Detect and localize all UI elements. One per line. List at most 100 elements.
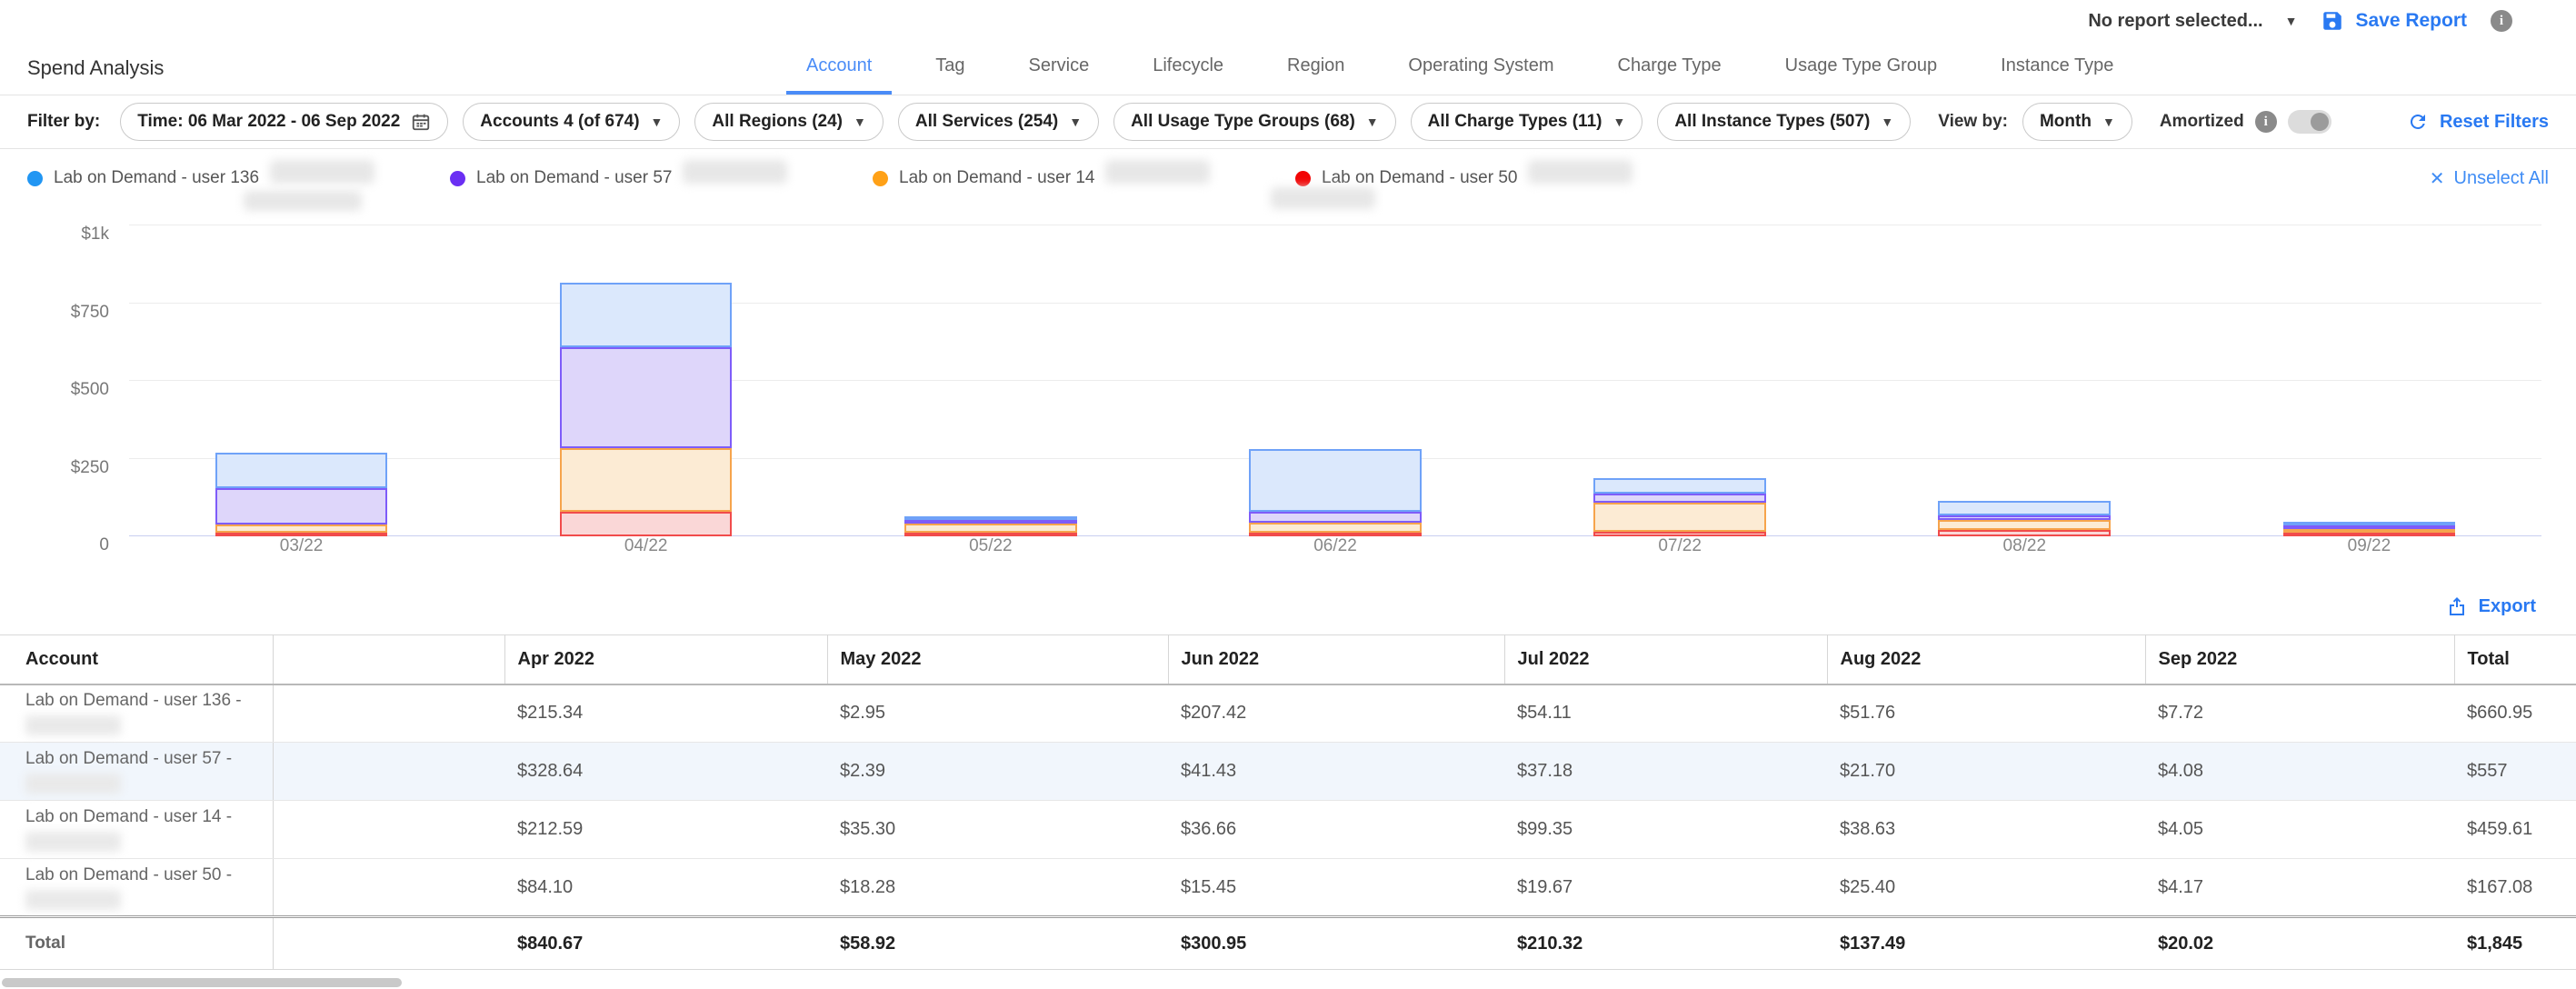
tab-operating-system[interactable]: Operating System xyxy=(1388,43,1573,95)
stacked-bar-03-22[interactable] xyxy=(215,453,388,536)
report-selector-dropdown[interactable]: No report selected... ▼ xyxy=(2088,11,2297,32)
bar-segment-lab-on-demand-user-14[interactable] xyxy=(560,448,733,513)
column-header-jun-2022: Jun 2022 xyxy=(1168,635,1504,684)
tab-service[interactable]: Service xyxy=(1009,43,1110,95)
bar-segment-lab-on-demand-user-50[interactable] xyxy=(560,512,733,536)
stacked-bar-08-22[interactable] xyxy=(1938,501,2111,536)
bar-segment-lab-on-demand-user-14[interactable] xyxy=(1249,523,1422,533)
tab-lifecycle[interactable]: Lifecycle xyxy=(1133,43,1243,95)
export-label: Export xyxy=(2479,596,2536,617)
table-total-row: Total$840.67$58.92$300.95$210.32$137.49$… xyxy=(0,917,2576,970)
bar-segment-lab-on-demand-user-136[interactable] xyxy=(560,283,733,348)
table-row[interactable]: Lab on Demand - user 57 -$328.64$2.39$41… xyxy=(0,743,2576,801)
filter-dropdowns: Accounts 4 (of 674)▼All Regions (24)▼All… xyxy=(463,103,1911,141)
legend-item-lab-on-demand-user-50[interactable]: Lab on Demand - user 50 xyxy=(1295,168,1718,188)
total-label: Total xyxy=(0,917,273,970)
filter-dropdown-all-usage-type-groups-68-[interactable]: All Usage Type Groups (68)▼ xyxy=(1113,103,1396,141)
table-row[interactable]: Lab on Demand - user 50 -$84.10$18.28$15… xyxy=(0,859,2576,917)
tab-usage-type-group[interactable]: Usage Type Group xyxy=(1765,43,1958,95)
spend-stacked-bar-chart: 0$250$500$750$1k03/2204/2205/2206/2207/2… xyxy=(27,213,2549,578)
bar-segment-lab-on-demand-user-50[interactable] xyxy=(1938,530,2111,536)
unselect-all-button[interactable]: ✕ Unselect All xyxy=(2430,167,2549,190)
chart-category-slot xyxy=(1852,225,2197,536)
tab-region[interactable]: Region xyxy=(1267,43,1364,95)
filter-bar: Filter by: Time: 06 Mar 2022 - 06 Sep 20… xyxy=(0,95,2576,149)
legend-item-lab-on-demand-user-14[interactable]: Lab on Demand - user 14 xyxy=(873,168,1295,188)
filter-dropdown-label: All Regions (24) xyxy=(712,112,843,132)
y-axis-tick-label: $1k xyxy=(45,225,109,245)
bar-segment-lab-on-demand-user-136[interactable] xyxy=(215,453,388,489)
value-cell: $38.63 xyxy=(1827,801,2145,859)
chevron-down-icon: ▼ xyxy=(1069,115,1082,129)
redacted-blur xyxy=(25,774,121,794)
tab-instance-type[interactable]: Instance Type xyxy=(1981,43,2133,95)
value-cell: $84.10 xyxy=(504,859,827,917)
value-cell: $660.95 xyxy=(2454,684,2576,743)
bar-segment-lab-on-demand-user-14[interactable] xyxy=(1938,520,2111,530)
bar-segment-lab-on-demand-user-57[interactable] xyxy=(560,347,733,447)
bar-segment-lab-on-demand-user-136[interactable] xyxy=(1938,501,2111,515)
stacked-bar-05-22[interactable] xyxy=(904,516,1077,536)
total-value-cell xyxy=(273,917,504,970)
tab-charge-type[interactable]: Charge Type xyxy=(1598,43,1742,95)
table-row[interactable]: Lab on Demand - user 14 -$212.59$35.30$3… xyxy=(0,801,2576,859)
chart-category-slot xyxy=(1508,225,1852,536)
redacted-blur xyxy=(1271,187,1375,209)
scrollbar-thumb[interactable] xyxy=(2,978,402,987)
stacked-bar-09-22[interactable] xyxy=(2283,522,2456,536)
bar-segment-lab-on-demand-user-14[interactable] xyxy=(1593,503,1766,532)
legend-label: Lab on Demand - user 50 xyxy=(1322,168,1517,188)
save-report-button[interactable]: Save Report xyxy=(2321,9,2467,33)
filter-dropdown-all-instance-types-507-[interactable]: All Instance Types (507)▼ xyxy=(1657,103,1911,141)
tab-account[interactable]: Account xyxy=(786,43,892,95)
legend-item-lab-on-demand-user-57[interactable]: Lab on Demand - user 57 xyxy=(450,168,873,188)
total-value-cell: $300.95 xyxy=(1168,917,1504,970)
chevron-down-icon: ▼ xyxy=(1366,115,1379,129)
view-by-dropdown[interactable]: Month ▼ xyxy=(2022,103,2132,141)
filter-dropdown-all-charge-types-11-[interactable]: All Charge Types (11)▼ xyxy=(1411,103,1643,141)
stacked-bar-04-22[interactable] xyxy=(560,283,733,536)
bar-segment-lab-on-demand-user-57[interactable] xyxy=(215,488,388,524)
value-cell: $4.17 xyxy=(2145,859,2454,917)
filter-dropdown-all-services-254-[interactable]: All Services (254)▼ xyxy=(898,103,1099,141)
bar-segment-lab-on-demand-user-136[interactable] xyxy=(1249,449,1422,512)
stacked-bar-06-22[interactable] xyxy=(1249,449,1422,536)
view-by-label: View by: xyxy=(1938,112,2008,132)
filter-dropdown-all-regions-24-[interactable]: All Regions (24)▼ xyxy=(694,103,883,141)
info-icon[interactable]: i xyxy=(2491,10,2512,32)
amortized-toggle[interactable] xyxy=(2288,110,2331,134)
value-cell: $19.67 xyxy=(1504,859,1827,917)
chart-legend: Lab on Demand - user 136Lab on Demand - … xyxy=(0,149,2576,207)
x-axis-tick-label: 09/22 xyxy=(2332,536,2405,556)
bar-segment-lab-on-demand-user-57[interactable] xyxy=(1249,512,1422,523)
redacted-blur xyxy=(270,160,374,184)
tab-tag[interactable]: Tag xyxy=(915,43,984,95)
redacted-blur xyxy=(1528,160,1632,184)
bar-segment-lab-on-demand-user-14[interactable] xyxy=(904,524,1077,533)
bar-segment-lab-on-demand-user-136[interactable] xyxy=(1593,478,1766,494)
stacked-bar-07-22[interactable] xyxy=(1593,478,1766,536)
legend-dot xyxy=(873,171,888,186)
value-cell: $215.34 xyxy=(504,684,827,743)
reset-filters-button[interactable]: Reset Filters xyxy=(2407,111,2549,133)
export-button[interactable]: Export xyxy=(2446,595,2536,617)
y-axis-tick-label: $750 xyxy=(45,303,109,323)
bar-segment-lab-on-demand-user-57[interactable] xyxy=(1593,494,1766,504)
info-icon[interactable]: i xyxy=(2255,111,2277,133)
y-axis-tick-label: $500 xyxy=(45,380,109,400)
export-bar: Export xyxy=(0,578,2576,634)
bar-segment-lab-on-demand-user-14[interactable] xyxy=(215,524,388,533)
legend-item-lab-on-demand-user-136[interactable]: Lab on Demand - user 136 xyxy=(27,168,450,188)
x-axis-tick-label: 07/22 xyxy=(1643,536,1716,556)
chart-category-slot xyxy=(818,225,1163,536)
legend-dot xyxy=(1295,171,1311,186)
filter-dropdown-accounts-4-of-674-[interactable]: Accounts 4 (of 674)▼ xyxy=(463,103,680,141)
value-cell: $2.95 xyxy=(827,684,1168,743)
value-cell: $36.66 xyxy=(1168,801,1504,859)
x-axis-tick-label: 06/22 xyxy=(1299,536,1372,556)
redacted-blur xyxy=(25,832,121,852)
table-row[interactable]: Lab on Demand - user 136 -$215.34$2.95$2… xyxy=(0,684,2576,743)
time-filter-pill[interactable]: Time: 06 Mar 2022 - 06 Sep 2022 xyxy=(120,103,448,141)
horizontal-scrollbar[interactable] xyxy=(0,978,2576,987)
y-axis-tick-label: $250 xyxy=(45,458,109,478)
